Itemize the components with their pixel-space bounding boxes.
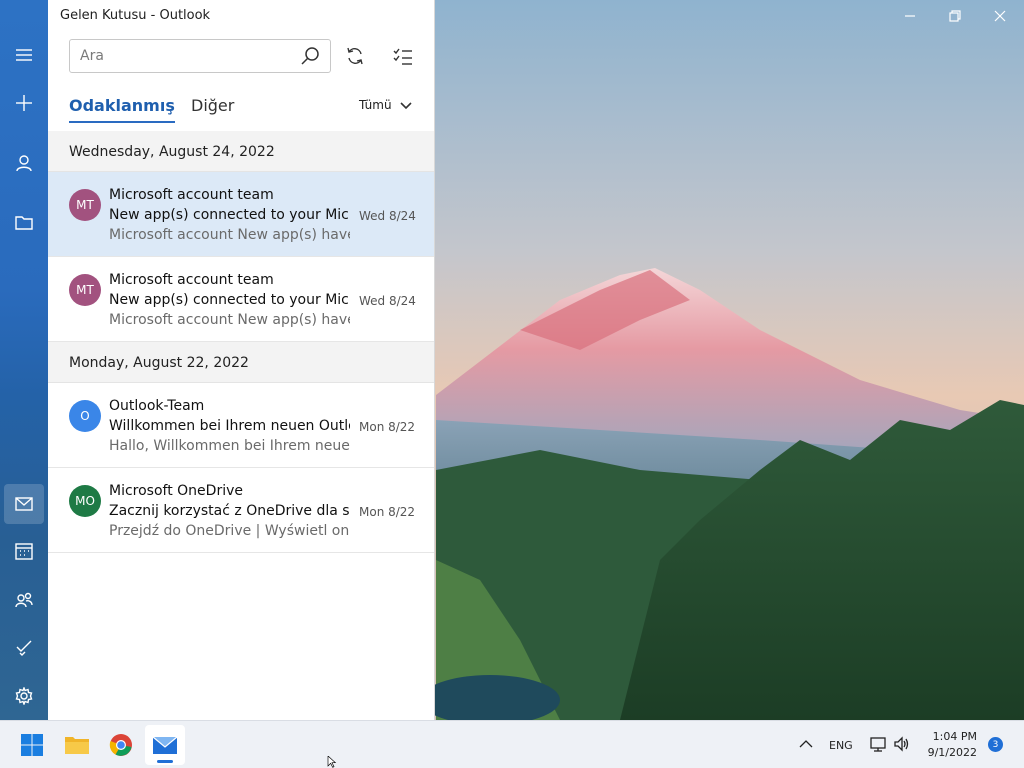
message-subject: New app(s) connected to your Microsoft a… [109, 292, 350, 308]
mouse-cursor-icon [327, 756, 337, 768]
language-indicator[interactable]: ENG [829, 739, 853, 752]
windows-start-icon [21, 734, 43, 756]
avatar: O [69, 400, 101, 432]
network-button[interactable] [869, 735, 889, 755]
taskbar: ENG 1:04 PM 9/1/2022 3 [0, 720, 1024, 768]
message-preview: Hallo, Willkommen bei Ihrem neuen Outloo… [109, 438, 350, 454]
mail-app-icon [152, 736, 178, 754]
window-title: Gelen Kutusu - Outlook [60, 8, 211, 23]
people-nav-button[interactable] [0, 580, 48, 620]
search-button[interactable] [300, 46, 322, 68]
restore-icon [949, 10, 961, 22]
date-group-header: Wednesday, August 24, 2022 [48, 131, 434, 172]
hamburger-menu-button[interactable] [0, 35, 48, 75]
filter-dropdown[interactable]: Tümü [359, 98, 412, 112]
restore-button[interactable] [945, 6, 965, 26]
message-date: Wed 8/24 [359, 209, 416, 223]
settings-gear-icon [15, 687, 33, 705]
message-preview: Microsoft account New app(s) have access… [109, 312, 350, 328]
message-item[interactable]: MT Microsoft account team New app(s) con… [48, 172, 434, 257]
search-box[interactable] [69, 39, 331, 73]
message-sender: Outlook-Team [109, 398, 205, 414]
selection-mode-button[interactable] [390, 43, 416, 69]
hamburger-menu-icon [16, 49, 32, 61]
compose-plus-icon [16, 95, 32, 111]
search-icon [301, 47, 319, 65]
message-subject: New app(s) connected to your Microsoft a… [109, 207, 350, 223]
tab-focused[interactable]: Odaklanmış [69, 96, 175, 123]
message-item[interactable]: O Outlook-Team Willkommen bei Ihrem neue… [48, 383, 434, 468]
start-button[interactable] [12, 725, 52, 765]
sync-button[interactable] [342, 43, 368, 69]
avatar: MO [69, 485, 101, 517]
minimize-icon [905, 15, 915, 17]
message-date: Mon 8/22 [359, 505, 416, 519]
close-icon [994, 10, 1006, 22]
close-button[interactable] [990, 6, 1010, 26]
message-item[interactable]: MO Microsoft OneDrive Zacznij korzystać … [48, 468, 434, 553]
message-preview: Przejdź do OneDrive | Wyświetl online [109, 523, 350, 539]
calendar-icon [15, 543, 33, 560]
people-icon [15, 592, 33, 608]
message-sender: Microsoft account team [109, 187, 274, 203]
folders-icon [15, 216, 33, 230]
accounts-button[interactable] [0, 143, 48, 183]
chrome-button[interactable] [101, 725, 141, 765]
avatar: MT [69, 274, 101, 306]
clock-date[interactable]: 9/1/2022 [925, 746, 977, 759]
navigation-rail [0, 0, 48, 720]
date-group-header: Monday, August 22, 2022 [48, 342, 434, 383]
filter-label: Tümü [359, 98, 392, 112]
accounts-person-icon [16, 155, 32, 172]
message-sender: Microsoft OneDrive [109, 483, 243, 499]
file-explorer-button[interactable] [57, 725, 97, 765]
chevron-down-icon [400, 102, 412, 110]
network-icon [870, 737, 886, 752]
message-sender: Microsoft account team [109, 272, 274, 288]
todo-nav-button[interactable] [0, 627, 48, 667]
mail-app-button[interactable] [145, 725, 185, 765]
sync-icon [347, 47, 363, 65]
new-mail-button[interactable] [0, 83, 48, 123]
chrome-icon [109, 734, 132, 756]
message-subject: Willkommen bei Ihrem neuen Outlook.com-K… [109, 418, 350, 434]
message-list: Wednesday, August 24, 2022 MT Microsoft … [48, 131, 434, 553]
tab-other[interactable]: Diğer [191, 96, 234, 115]
todo-check-icon [16, 640, 32, 656]
mail-icon [15, 497, 33, 511]
minimize-button[interactable] [900, 6, 920, 26]
volume-icon [894, 736, 909, 752]
chevron-up-icon [799, 740, 813, 748]
mail-list-pane: Gelen Kutusu - Outlook Odaklanmış Diğer … [48, 0, 435, 720]
message-date: Wed 8/24 [359, 294, 416, 308]
avatar: MT [69, 189, 101, 221]
checklist-icon [393, 48, 412, 65]
settings-nav-button[interactable] [0, 676, 48, 716]
search-input[interactable] [80, 46, 290, 66]
file-explorer-icon [65, 737, 89, 754]
message-subject: Zacznij korzystać z OneDrive dla systemu… [109, 503, 350, 519]
notification-badge[interactable]: 3 [988, 737, 1003, 752]
calendar-nav-button[interactable] [0, 531, 48, 571]
volume-button[interactable] [893, 735, 913, 755]
message-item[interactable]: MT Microsoft account team New app(s) con… [48, 257, 434, 342]
show-hidden-icons-button[interactable] [797, 735, 817, 755]
folders-button[interactable] [0, 203, 48, 243]
clock-time[interactable]: 1:04 PM [930, 730, 977, 743]
message-preview: Microsoft account New app(s) have access… [109, 227, 350, 243]
mail-nav-button[interactable] [4, 484, 44, 524]
message-date: Mon 8/22 [359, 420, 416, 434]
